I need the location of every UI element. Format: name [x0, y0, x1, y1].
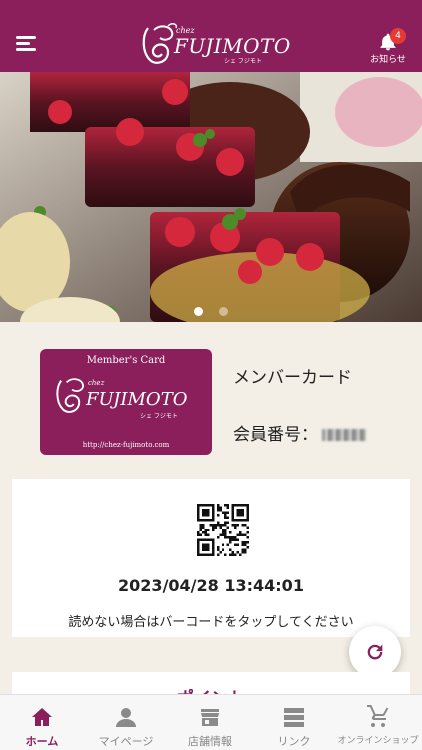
person-icon — [116, 708, 136, 727]
card-title: Member's Card — [86, 355, 166, 366]
member-number-label: 会員番号： — [233, 425, 318, 445]
notice-label: お知らせ — [370, 55, 406, 65]
member-number-blurred — [322, 429, 366, 441]
refresh-button[interactable] — [349, 626, 401, 678]
card-url: http://chez-fujimoto.com — [82, 441, 170, 449]
card-chez: chez — [88, 379, 105, 387]
tab-store[interactable]: 店舗情報 — [168, 695, 252, 750]
cart-icon — [367, 705, 389, 727]
qr-timestamp: 2023/04/28 13:44:01 — [118, 576, 304, 595]
tab-online-shop[interactable]: オンラインショップ — [336, 695, 420, 750]
hero-carousel[interactable] — [0, 72, 422, 322]
carousel-dots — [0, 301, 422, 316]
notice-button[interactable]: 4 お知らせ — [366, 28, 410, 65]
carousel-dot[interactable] — [218, 307, 228, 316]
bottom-tab-bar: ホーム マイページ 店舗情報 リンク オンラインショップ — [0, 694, 422, 750]
cake-photo — [0, 72, 422, 322]
card-logo-icon — [56, 378, 84, 413]
qr-panel: 2023/04/28 13:44:01 読めない場合はバーコードをタップしてくだ… — [12, 479, 410, 637]
tab-label: マイページ — [98, 735, 154, 748]
qr-hint: 読めない場合はバーコードをタップしてください — [68, 615, 354, 630]
card-kana: シェ フジモト — [140, 413, 178, 420]
notice-badge: 4 — [390, 28, 406, 44]
tab-label: 店舗情報 — [188, 735, 232, 748]
app-header: chez FUJIMOTO シェ フジモト 4 お知らせ — [0, 0, 422, 72]
store-icon — [201, 709, 219, 726]
tab-label: リンク — [277, 735, 311, 748]
tab-label: ホーム — [25, 735, 59, 748]
tab-home[interactable]: ホーム — [0, 695, 84, 750]
member-card-image: Member's Card chez FUJIMOTO シェ フジモト http… — [40, 349, 212, 455]
hamburger-menu-icon[interactable] — [16, 36, 38, 52]
tab-label: オンラインショップ — [337, 736, 419, 746]
refresh-icon — [367, 644, 383, 660]
card-brand: FUJIMOTO — [86, 389, 188, 410]
member-card-label: メンバーカード — [233, 368, 352, 388]
tab-link[interactable]: リンク — [252, 695, 336, 750]
qr-code[interactable] — [197, 504, 249, 556]
home-icon — [32, 708, 52, 726]
list-icon — [284, 708, 304, 727]
member-number: 会員番号： — [233, 420, 366, 445]
brand-logo: chez FUJIMOTO シェ フジモト — [140, 22, 290, 66]
tab-mypage[interactable]: マイページ — [84, 695, 168, 750]
